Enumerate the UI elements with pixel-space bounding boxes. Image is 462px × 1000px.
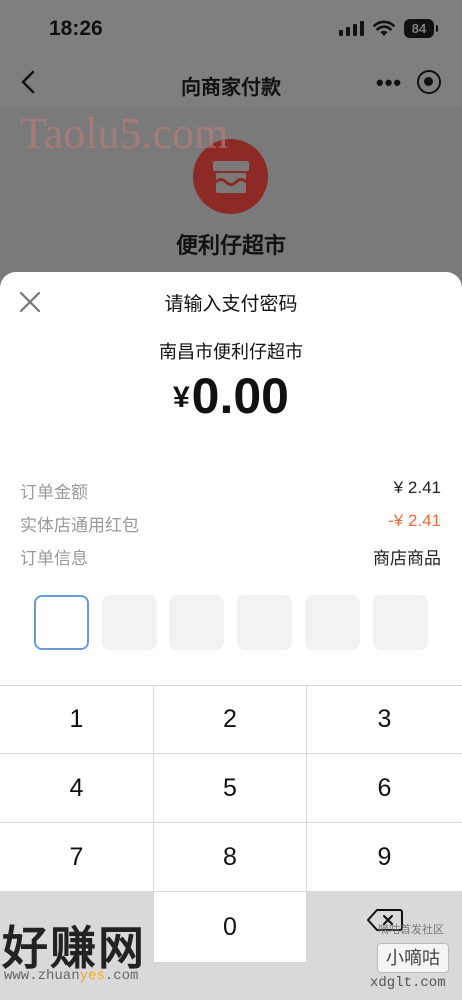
key-9[interactable]: 9 [307, 823, 462, 891]
key-6[interactable]: 6 [307, 754, 462, 822]
watermark-xdglt-caption: 嘀咕首发社区 [378, 924, 444, 936]
amount-value: 0.00 [191, 368, 289, 424]
status-icons: 84 [339, 19, 438, 38]
key-7[interactable]: 7 [0, 823, 153, 891]
pin-digit-box[interactable] [237, 595, 292, 650]
watermark-xdglt-badge: 小嘀咕 [377, 943, 449, 973]
payee-name: 南昌市便利仔超市 [159, 342, 303, 362]
pin-digit-box[interactable] [102, 595, 157, 650]
status-bar: 18:26 84 [0, 0, 462, 60]
payment-password-sheet: 请输入支付密码 南昌市便利仔超市 ¥0.00 订单金额 ¥ 2.41 实体店通用… [0, 272, 462, 1000]
order-info-label: 订单信息 [20, 549, 88, 568]
password-input[interactable] [34, 595, 428, 650]
pin-digit-box[interactable] [305, 595, 360, 650]
pin-digit-box[interactable] [34, 595, 89, 650]
order-info-value: 商店商品 [373, 549, 441, 568]
pin-digit-box[interactable] [373, 595, 428, 650]
order-amount-row: 订单金额 ¥ 2.41 [20, 478, 441, 502]
coupon-label: 实体店通用红包 [20, 516, 139, 535]
payment-amount: ¥0.00 [0, 367, 462, 425]
watermark-zhuanyes-url: www.zhuanyes.com [4, 968, 139, 984]
battery-icon: 84 [404, 19, 438, 38]
order-amount-value: ¥ 2.41 [393, 478, 441, 497]
currency-symbol: ¥ [172, 381, 190, 414]
more-options-icon[interactable]: ••• [376, 70, 402, 96]
watermark-taolu5: Taolu5.com [20, 109, 229, 158]
key-8[interactable]: 8 [154, 823, 306, 891]
watermark-xdglt-url: xdglt.com [370, 975, 446, 991]
merchant-name: 便利仔超市 [175, 233, 286, 258]
cellular-signal-icon [339, 21, 364, 36]
key-5[interactable]: 5 [154, 754, 306, 822]
key-1[interactable]: 1 [0, 686, 153, 753]
coupon-row: 实体店通用红包 -¥ 2.41 [20, 511, 441, 535]
order-amount-label: 订单金额 [20, 483, 88, 502]
status-time: 18:26 [49, 17, 103, 40]
watermark-zhuanyes: 好赚网 www.zhuanyes.com [0, 912, 200, 992]
key-3[interactable]: 3 [307, 686, 462, 753]
wifi-icon [373, 20, 395, 36]
close-miniprogram-icon[interactable] [417, 70, 441, 94]
sheet-title: 请输入支付密码 [164, 294, 298, 315]
order-info-row: 订单信息 商店商品 [20, 544, 441, 568]
key-2[interactable]: 2 [154, 686, 306, 753]
key-4[interactable]: 4 [0, 754, 153, 822]
coupon-value: -¥ 2.41 [388, 511, 441, 530]
nav-bar: 向商家付款 ••• [0, 60, 462, 106]
pin-digit-box[interactable] [169, 595, 224, 650]
